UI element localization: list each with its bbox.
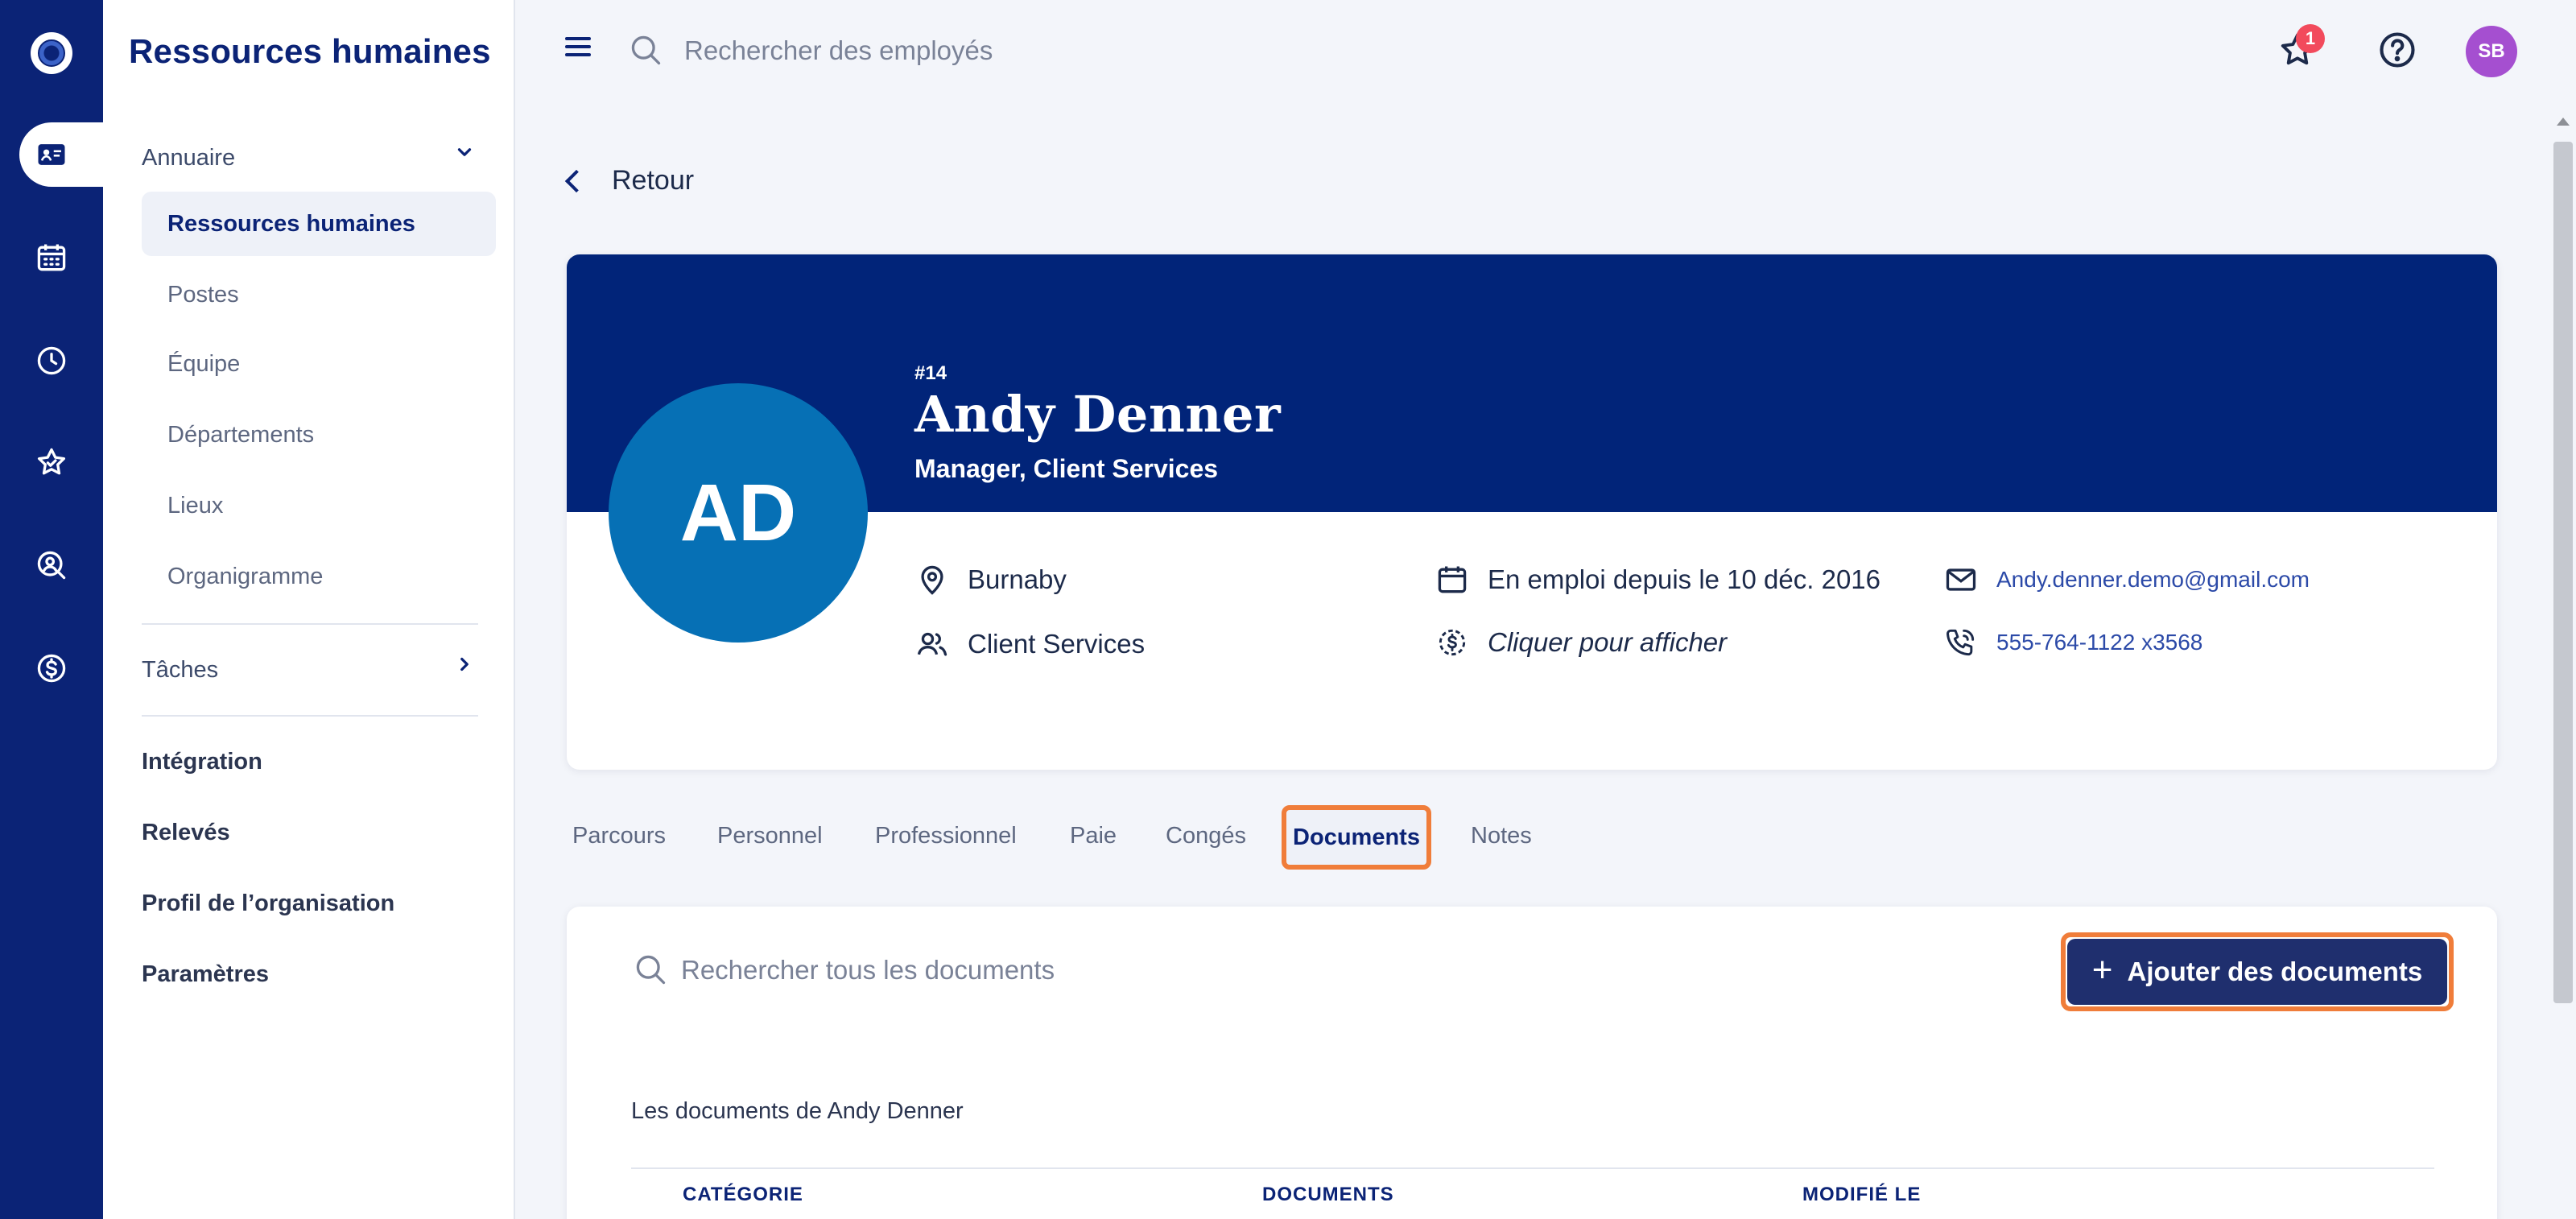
chevron-left-icon xyxy=(564,169,588,192)
calendar-icon xyxy=(1438,566,1467,593)
star-icon[interactable] xyxy=(31,441,72,483)
salary-info[interactable]: Cliquer pour afficher xyxy=(1435,625,1727,660)
documents-search-input[interactable]: Rechercher tous les documents xyxy=(681,955,1055,986)
sidebar-item-releves[interactable]: Relevés xyxy=(142,820,230,846)
sidebar-item-organigramme[interactable]: Organigramme xyxy=(167,564,323,590)
sidebar: Ressources humaines Annuaire Ressources … xyxy=(103,0,515,1219)
documents-panel: Rechercher tous les documents + Ajouter … xyxy=(567,907,2497,1219)
location-text: Burnaby xyxy=(968,564,1067,594)
sidebar-item-ressources-humaines[interactable]: Ressources humaines xyxy=(142,192,496,256)
add-documents-label: Ajouter des documents xyxy=(2127,957,2423,986)
back-link[interactable]: Retour xyxy=(564,165,694,196)
location-info: Burnaby xyxy=(914,562,1067,597)
column-header-categorie[interactable]: CATÉGORIE xyxy=(683,1184,803,1206)
tab-paie[interactable]: Paie xyxy=(1070,823,1117,849)
tab-parcours[interactable]: Parcours xyxy=(572,823,666,849)
sidebar-divider xyxy=(142,623,478,625)
chevron-right-icon[interactable] xyxy=(454,654,475,681)
sidebar-item-integration[interactable]: Intégration xyxy=(142,749,262,775)
department-text: Client Services xyxy=(968,629,1146,659)
notification-badge: 1 xyxy=(2296,24,2325,53)
employment-info: En emploi depuis le 10 déc. 2016 xyxy=(1435,562,1880,597)
sidebar-item-lieux[interactable]: Lieux xyxy=(167,493,223,519)
table-divider xyxy=(631,1167,2434,1169)
sidebar-item-parametres[interactable]: Paramètres xyxy=(142,961,269,988)
menu-icon[interactable] xyxy=(565,37,591,56)
employee-number: #14 xyxy=(914,362,947,384)
tab-notes[interactable]: Notes xyxy=(1471,823,1532,849)
employee-search-input[interactable]: Rechercher des employés xyxy=(684,35,993,66)
sidebar-title: Ressources humaines xyxy=(129,32,491,70)
documents-section-title: Les documents de Andy Denner xyxy=(631,1098,964,1124)
back-label: Retour xyxy=(612,165,695,196)
employee-card-icon[interactable] xyxy=(31,134,72,176)
sidebar-item-departements[interactable]: Départements xyxy=(167,422,314,448)
calendar-icon[interactable] xyxy=(31,237,72,279)
profile-avatar: AD xyxy=(609,383,868,643)
employment-text: En emploi depuis le 10 déc. 2016 xyxy=(1488,564,1881,594)
search-icon xyxy=(631,35,661,65)
scroll-up-arrow-icon[interactable] xyxy=(2557,118,2570,126)
tab-professionnel[interactable]: Professionnel xyxy=(875,823,1017,849)
scrollbar-thumb[interactable] xyxy=(2553,142,2573,1003)
tab-personnel[interactable]: Personnel xyxy=(717,823,823,849)
add-documents-button[interactable]: + Ajouter des documents xyxy=(2067,939,2447,1005)
department-info: Client Services xyxy=(914,626,1145,662)
location-pin-icon xyxy=(921,565,943,595)
profile-card: AD #14 Andy Denner Manager, Client Servi… xyxy=(567,254,2497,770)
search-icon xyxy=(636,955,666,985)
mail-icon xyxy=(1946,568,1976,591)
sidebar-group-annuaire[interactable]: Annuaire xyxy=(142,145,235,171)
app-logo-icon[interactable] xyxy=(31,32,72,74)
employee-name: Andy Denner xyxy=(914,385,1282,444)
phone-link[interactable]: 555-764-1122 x3568 xyxy=(1996,630,2202,655)
clock-icon[interactable] xyxy=(31,340,72,382)
column-header-modifie-le[interactable]: MODIFIÉ LE xyxy=(1802,1184,1921,1206)
people-icon xyxy=(917,632,947,656)
sidebar-item-postes[interactable]: Postes xyxy=(167,282,239,308)
dollar-icon[interactable] xyxy=(31,647,72,689)
sidebar-item-profil-organisation[interactable]: Profil de l’organisation xyxy=(142,890,394,917)
phone-icon xyxy=(1946,629,1975,656)
sidebar-item-equipe[interactable]: Équipe xyxy=(167,351,240,378)
plus-icon: + xyxy=(2091,950,2113,990)
tab-conges[interactable]: Congés xyxy=(1166,823,1246,849)
tab-documents[interactable]: Documents xyxy=(1282,805,1431,870)
dollar-icon xyxy=(1439,629,1466,656)
icon-rail xyxy=(0,0,103,1219)
sidebar-divider xyxy=(142,715,478,717)
phone-info[interactable]: 555-764-1122 x3568 xyxy=(1943,625,2202,660)
person-search-icon[interactable] xyxy=(31,544,72,586)
chevron-down-icon[interactable] xyxy=(454,142,475,169)
user-avatar[interactable]: SB xyxy=(2466,26,2517,77)
sidebar-group-taches[interactable]: Tâches xyxy=(142,657,218,684)
help-icon[interactable] xyxy=(2376,29,2418,71)
salary-reveal-link[interactable]: Cliquer pour afficher xyxy=(1488,627,1727,658)
email-link[interactable]: Andy.denner.demo@gmail.com xyxy=(1996,567,2310,593)
column-header-documents[interactable]: DOCUMENTS xyxy=(1262,1184,1394,1206)
email-info[interactable]: Andy.denner.demo@gmail.com xyxy=(1943,562,2310,597)
employee-role: Manager, Client Services xyxy=(914,454,1219,483)
